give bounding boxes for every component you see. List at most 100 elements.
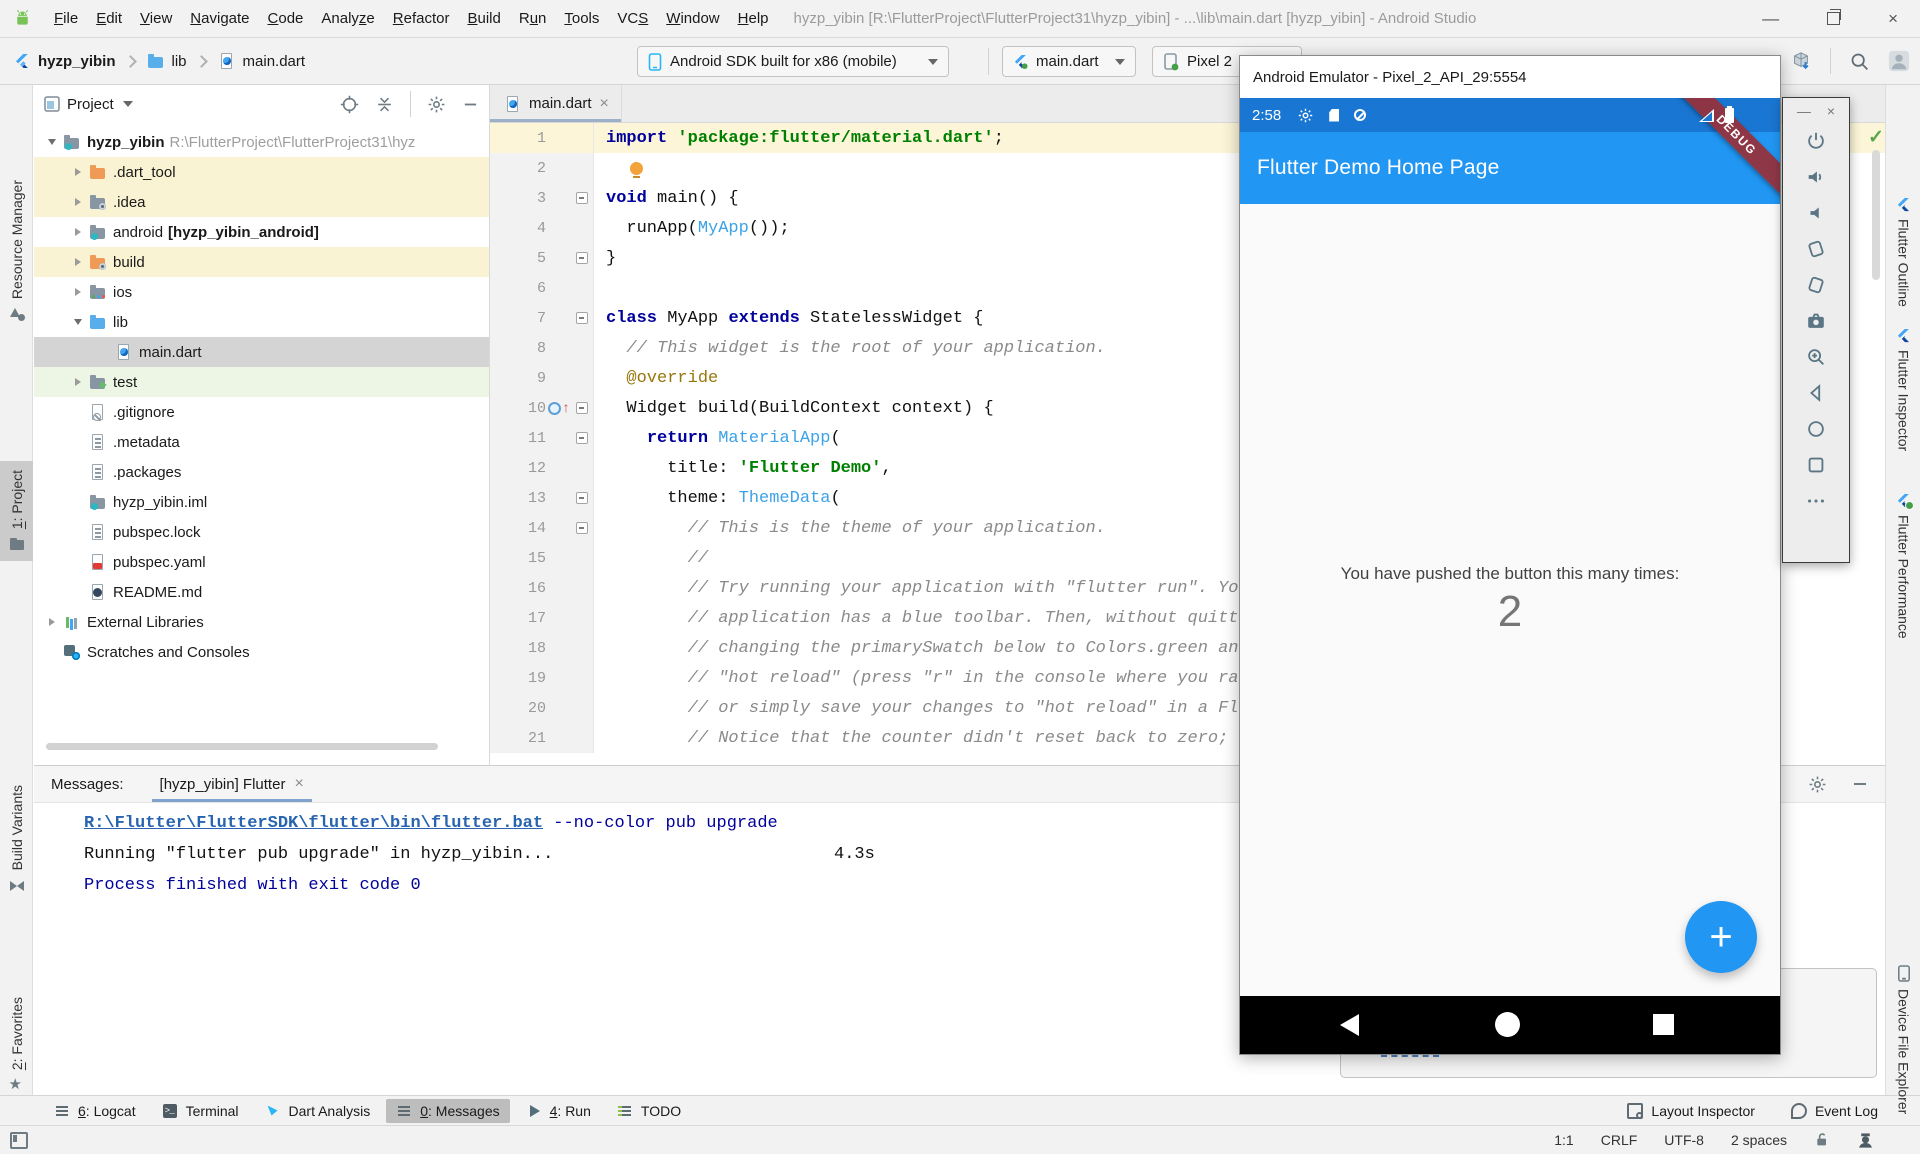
back-icon[interactable] bbox=[1805, 382, 1827, 404]
rotate-left-icon[interactable] bbox=[1805, 238, 1827, 260]
tab-main-dart[interactable]: main.dart bbox=[490, 85, 622, 122]
editor-scrollbar[interactable] bbox=[1872, 150, 1880, 280]
search-icon[interactable] bbox=[1849, 51, 1870, 72]
hide-panel-icon[interactable] bbox=[462, 96, 479, 113]
menu-vcs[interactable]: VCS bbox=[608, 10, 657, 27]
tree-item-android[interactable]: android[hyzp_yibin_android] bbox=[34, 217, 489, 247]
tree-item--gitignore[interactable]: .gitignore bbox=[34, 397, 489, 427]
menu-help[interactable]: Help bbox=[729, 10, 778, 27]
chevron-down-icon[interactable] bbox=[123, 101, 133, 107]
project-panel-title[interactable]: Project bbox=[67, 96, 114, 113]
stripe-build-variants[interactable]: Build Variants bbox=[0, 785, 33, 893]
power-icon[interactable] bbox=[1805, 130, 1827, 152]
stripe-resource-manager[interactable]: Resource Manager bbox=[0, 180, 33, 322]
tool-tab-0-messages[interactable]: 0: Messages bbox=[386, 1099, 509, 1123]
stripe-flutter-inspector[interactable]: Flutter Inspector bbox=[1886, 328, 1920, 451]
tree-item--dart-tool[interactable]: .dart_tool bbox=[34, 157, 489, 187]
caret-position[interactable]: 1:1 bbox=[1554, 1132, 1573, 1148]
locate-icon[interactable] bbox=[340, 95, 359, 114]
menu-tools[interactable]: Tools bbox=[555, 10, 608, 27]
stripe-flutter-outline[interactable]: Flutter Outline bbox=[1886, 197, 1920, 307]
close-icon[interactable]: × bbox=[1888, 10, 1898, 27]
encoding[interactable]: UTF-8 bbox=[1664, 1132, 1704, 1148]
tree-arrow-icon[interactable] bbox=[68, 168, 87, 176]
stripe-flutter-performance[interactable]: Flutter Performance bbox=[1886, 493, 1920, 639]
tool-tab-todo[interactable]: TODO bbox=[607, 1099, 691, 1123]
inspection-ok-icon[interactable]: ✓ bbox=[1868, 126, 1884, 149]
stripe-device-file-explorer[interactable]: Device File Explorer bbox=[1886, 965, 1920, 1114]
breadcrumb-project[interactable]: hyzp_yibin bbox=[38, 53, 116, 70]
layout-inspector-button[interactable]: Layout Inspector bbox=[1627, 1103, 1755, 1119]
menu-refactor[interactable]: Refactor bbox=[384, 10, 459, 27]
settings-icon[interactable] bbox=[427, 95, 446, 114]
menu-view[interactable]: View bbox=[131, 10, 181, 27]
breadcrumb-file[interactable]: main.dart bbox=[243, 53, 306, 70]
menu-run[interactable]: Run bbox=[510, 10, 556, 27]
tab-flutter-console[interactable]: [hyzp_yibin] Flutter bbox=[152, 766, 312, 802]
menu-code[interactable]: Code bbox=[259, 10, 313, 27]
close-tab-icon[interactable] bbox=[600, 96, 609, 112]
close-tab-icon[interactable] bbox=[294, 776, 303, 792]
tree-item-lib[interactable]: lib bbox=[34, 307, 489, 337]
volume-down-icon[interactable] bbox=[1805, 202, 1827, 224]
screenshot-camera-icon[interactable] bbox=[1805, 310, 1827, 332]
tree-item-hyzp-yibin[interactable]: hyzp_yibin R:\FlutterProject\FlutterProj… bbox=[34, 127, 489, 157]
stripe-project[interactable]: 1: Project bbox=[0, 461, 33, 561]
tree-arrow-icon[interactable] bbox=[68, 378, 87, 386]
overview-icon[interactable] bbox=[1805, 454, 1827, 476]
indent-setting[interactable]: 2 spaces bbox=[1731, 1132, 1787, 1148]
line-ending[interactable]: CRLF bbox=[1601, 1132, 1638, 1148]
tree-item-build[interactable]: build bbox=[34, 247, 489, 277]
menu-window[interactable]: Window bbox=[657, 10, 728, 27]
stripe-favorites[interactable]: 2: Favorites bbox=[0, 997, 33, 1093]
menu-navigate[interactable]: Navigate bbox=[181, 10, 258, 27]
volume-up-icon[interactable] bbox=[1805, 166, 1827, 188]
profile-icon[interactable] bbox=[1857, 1132, 1874, 1149]
tree-arrow-icon[interactable] bbox=[42, 139, 61, 145]
menu-build[interactable]: Build bbox=[458, 10, 509, 27]
avatar[interactable] bbox=[1888, 50, 1910, 72]
tree-item-hyzp-yibin-iml[interactable]: hyzp_yibin.iml bbox=[34, 487, 489, 517]
event-log-button[interactable]: Event Log bbox=[1791, 1103, 1878, 1119]
menu-file[interactable]: File bbox=[45, 10, 87, 27]
tree-arrow-icon[interactable] bbox=[68, 228, 87, 236]
tree-item-scratches-and-consoles[interactable]: Scratches and Consoles bbox=[34, 637, 489, 667]
tree-item--metadata[interactable]: .metadata bbox=[34, 427, 489, 457]
tree-arrow-icon[interactable] bbox=[42, 618, 61, 626]
fab-increment-button[interactable]: + bbox=[1685, 901, 1757, 973]
tool-window-toggle-icon[interactable] bbox=[10, 1132, 28, 1149]
tree-item-readme-md[interactable]: README.md bbox=[34, 577, 489, 607]
breadcrumb-lib[interactable]: lib bbox=[172, 53, 187, 70]
tool-tab-dart-analysis[interactable]: Dart Analysis bbox=[255, 1099, 381, 1123]
collapse-all-icon[interactable] bbox=[375, 95, 394, 114]
settings-icon[interactable] bbox=[1808, 775, 1827, 794]
menu-analyze[interactable]: Analyze bbox=[312, 10, 383, 27]
tree-item--packages[interactable]: .packages bbox=[34, 457, 489, 487]
tree-item-pubspec-yaml[interactable]: pubspec.yaml bbox=[34, 547, 489, 577]
more-icon[interactable] bbox=[1805, 490, 1827, 512]
tree-item-main-dart[interactable]: main.dart bbox=[34, 337, 489, 367]
tool-tab-6-logcat[interactable]: 6: Logcat bbox=[44, 1099, 146, 1123]
emulator-title-bar[interactable]: Android Emulator - Pixel_2_API_29:5554 bbox=[1240, 56, 1780, 98]
tree-item-test[interactable]: test bbox=[34, 367, 489, 397]
tool-tab-4-run[interactable]: 4: Run bbox=[516, 1099, 601, 1123]
tree-arrow-icon[interactable] bbox=[68, 288, 87, 296]
rotate-right-icon[interactable] bbox=[1805, 274, 1827, 296]
tree-arrow-icon[interactable] bbox=[68, 319, 87, 325]
tree-item--idea[interactable]: .idea bbox=[34, 187, 489, 217]
menu-edit[interactable]: Edit bbox=[87, 10, 131, 27]
tree-item-ios[interactable]: ios bbox=[34, 277, 489, 307]
tree-item-pubspec-lock[interactable]: pubspec.lock bbox=[34, 517, 489, 547]
home-icon[interactable] bbox=[1495, 1012, 1520, 1037]
tree-arrow-icon[interactable] bbox=[68, 258, 87, 266]
device-selector-dropdown[interactable]: Android SDK built for x86 (mobile) bbox=[637, 46, 949, 77]
restore-icon[interactable] bbox=[1827, 12, 1840, 25]
home-icon[interactable] bbox=[1805, 418, 1827, 440]
horizontal-scrollbar[interactable] bbox=[46, 743, 438, 750]
package-down-icon[interactable] bbox=[1790, 50, 1812, 72]
back-icon[interactable] bbox=[1340, 1014, 1359, 1036]
tool-tab-terminal[interactable]: Terminal bbox=[152, 1099, 249, 1123]
overview-icon[interactable] bbox=[1653, 1014, 1674, 1035]
run-config-dropdown[interactable]: main.dart bbox=[1002, 46, 1136, 77]
console-link[interactable]: R:\Flutter\FlutterSDK\flutter\bin\flutte… bbox=[84, 814, 543, 833]
